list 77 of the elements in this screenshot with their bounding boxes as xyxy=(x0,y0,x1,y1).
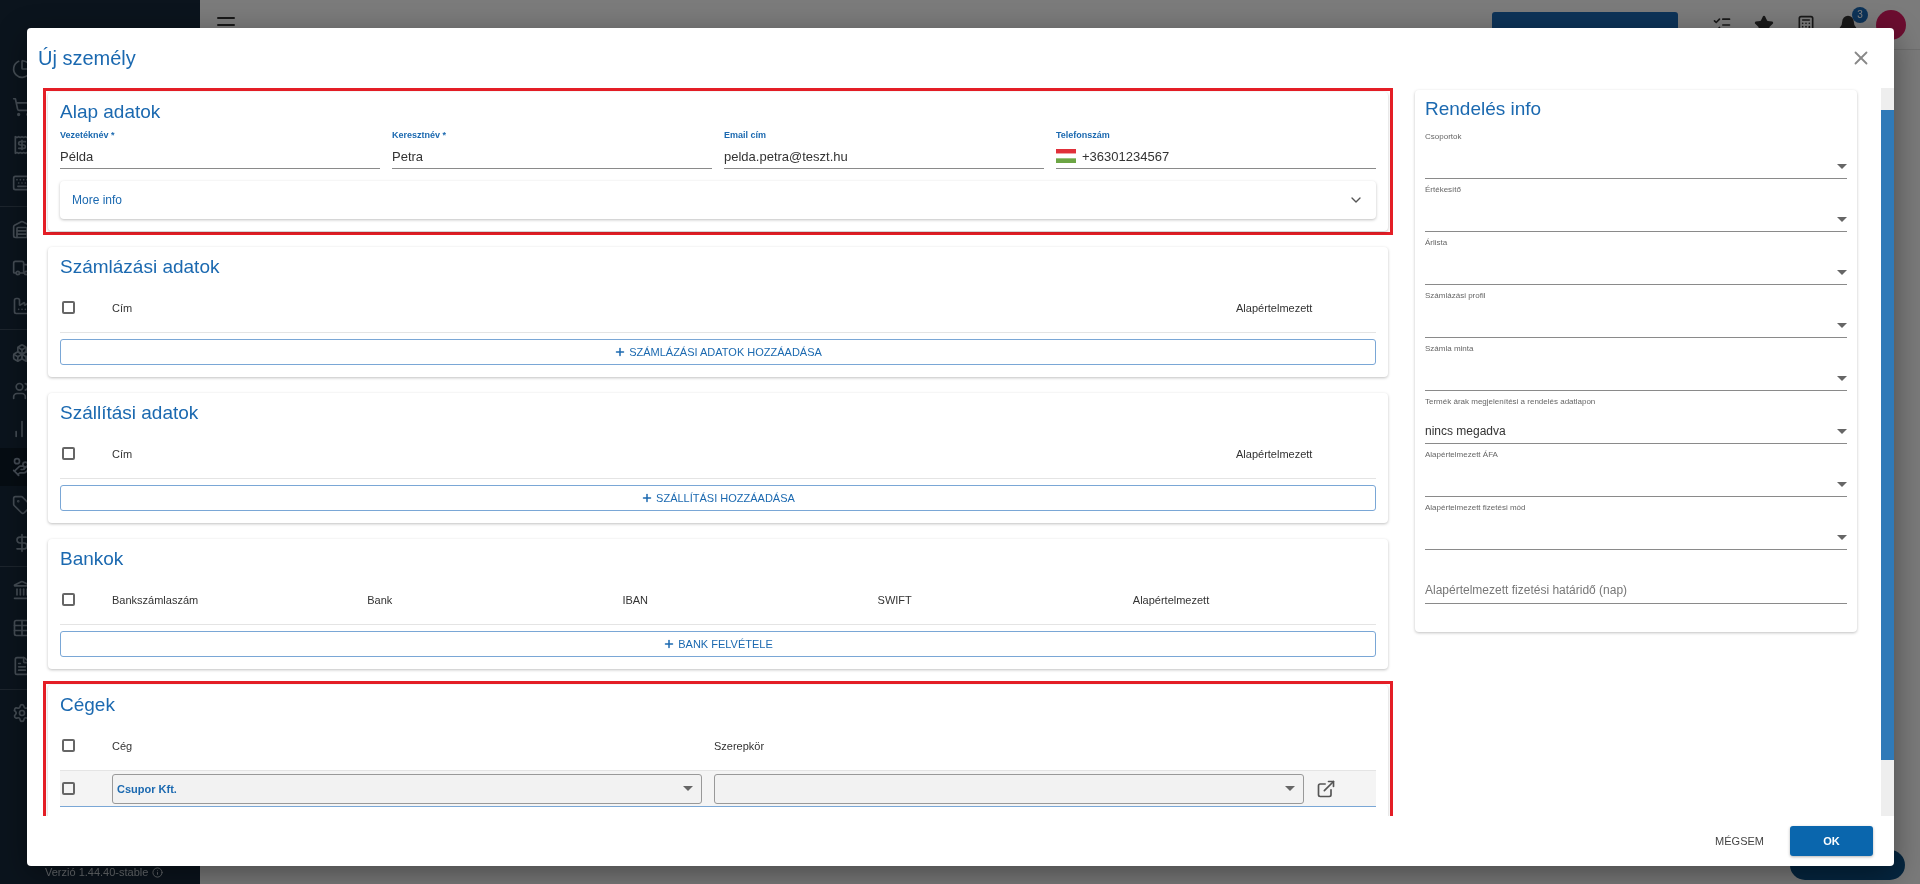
field-label: Értékesítő xyxy=(1425,184,1462,194)
section-title: Számlázási adatok xyxy=(60,255,221,279)
column-header: Cím xyxy=(112,447,134,460)
column-header: Bank xyxy=(367,593,394,606)
text-field[interactable]: Email cím pelda.petra@teszt.hu xyxy=(724,130,1044,169)
caret-icon xyxy=(1837,269,1847,275)
field-label: Keresztnév * xyxy=(392,130,448,140)
checkbox[interactable] xyxy=(62,782,75,795)
external-link-icon[interactable] xyxy=(1316,778,1336,799)
plus-icon xyxy=(614,346,627,358)
select-field[interactable]: Alapértelmezett fizetési mód xyxy=(1425,497,1847,550)
section-title: Szállítási adatok xyxy=(60,401,200,425)
column-header: SWIFT xyxy=(877,593,913,606)
field-label: Termék árak megjelenítési a rendelés adatlapon xyxy=(1425,396,1597,406)
field-value: nincs megadva xyxy=(1425,424,1506,438)
caret-icon xyxy=(1837,481,1847,487)
column-header: Alapértelmezett xyxy=(1132,593,1211,606)
section-title: Rendelés info xyxy=(1425,97,1543,121)
select-field[interactable]: Számlázási profil xyxy=(1425,285,1847,338)
text-field[interactable]: Vezetéknév * Példa xyxy=(60,130,380,169)
field-value: pelda.petra@teszt.hu xyxy=(724,148,848,164)
checkbox[interactable] xyxy=(62,447,75,460)
select-field[interactable]: Értékesítő xyxy=(1425,179,1847,232)
caret-icon xyxy=(1837,428,1847,434)
cancel-button[interactable]: MÉGSEM xyxy=(1709,834,1770,848)
field-label: Telefonszám xyxy=(1056,130,1111,140)
field-label: Vezetéknév * xyxy=(60,130,116,140)
field-label: Csoportok xyxy=(1425,131,1463,141)
add-button[interactable]: SZÁMLÁZÁSI ADATOK HOZZÁADÁSA xyxy=(60,339,1376,365)
company-select[interactable]: Csupor Kft. xyxy=(112,773,702,804)
field-label: Email cím xyxy=(724,130,768,140)
notification-badge: 3 xyxy=(1852,6,1868,23)
select-field[interactable]: Számla minta xyxy=(1425,338,1847,391)
column-header: Szerepkör xyxy=(714,739,766,752)
select-field[interactable]: Alapértelmezett ÁFA xyxy=(1425,444,1847,497)
add-button[interactable]: BANK FELVÉTELE xyxy=(60,631,1376,657)
field-label: Számlázási profil xyxy=(1425,290,1487,300)
caret-icon xyxy=(1837,163,1847,169)
text-field[interactable]: Telefonszám +36301234567 xyxy=(1056,130,1376,169)
section-title: Alap adatok xyxy=(60,100,162,124)
checkbox[interactable] xyxy=(62,593,75,606)
caret-icon xyxy=(1285,786,1295,791)
plus-icon xyxy=(641,492,654,504)
checkbox[interactable] xyxy=(62,739,75,752)
caret-icon xyxy=(1837,216,1847,222)
column-header: Cég xyxy=(112,739,134,752)
section-title: Cégek xyxy=(60,693,116,717)
ok-button[interactable]: OK xyxy=(1790,826,1873,856)
checkbox[interactable] xyxy=(62,301,75,314)
dialog-title: Új személy xyxy=(38,46,136,70)
caret-icon xyxy=(683,786,693,791)
select-field[interactable]: Árlista xyxy=(1425,232,1847,285)
select-field[interactable]: Csoportok xyxy=(1425,126,1847,179)
caret-icon xyxy=(1837,375,1847,381)
column-header: Cím xyxy=(112,301,134,314)
caret-icon xyxy=(1837,322,1847,328)
column-header: Alapértelmezett xyxy=(1236,447,1314,460)
section-title: Bankok xyxy=(60,547,125,571)
field-value: Példa xyxy=(60,148,94,164)
column-header: IBAN xyxy=(622,593,650,606)
caret-icon xyxy=(1837,534,1847,540)
select-field[interactable]: Termék árak megjelenítési a rendelés adatlapon nincs megadva xyxy=(1425,391,1847,444)
text-field[interactable]: Keresztnév * Petra xyxy=(392,130,712,169)
version-text: Verzió 1.44.40-stable xyxy=(45,866,149,878)
field-label: Alapértelmezett ÁFA xyxy=(1425,449,1499,459)
field-label: Árlista xyxy=(1425,237,1449,247)
field-label: Számla minta xyxy=(1425,343,1475,353)
column-header: Bankszámlaszám xyxy=(112,593,200,606)
flag-icon xyxy=(1056,149,1076,163)
more-info-expander[interactable]: More info xyxy=(60,181,1376,219)
field-value: Petra xyxy=(392,148,424,164)
field-label: Alapértelmezett fizetési mód xyxy=(1425,502,1527,512)
plus-icon xyxy=(663,638,676,650)
column-header: Alapértelmezett xyxy=(1236,301,1314,314)
field-value: +36301234567 xyxy=(1082,148,1170,164)
add-button[interactable]: SZÁLLÍTÁSI HOZZÁADÁSA xyxy=(60,485,1376,511)
role-select[interactable] xyxy=(714,773,1304,804)
